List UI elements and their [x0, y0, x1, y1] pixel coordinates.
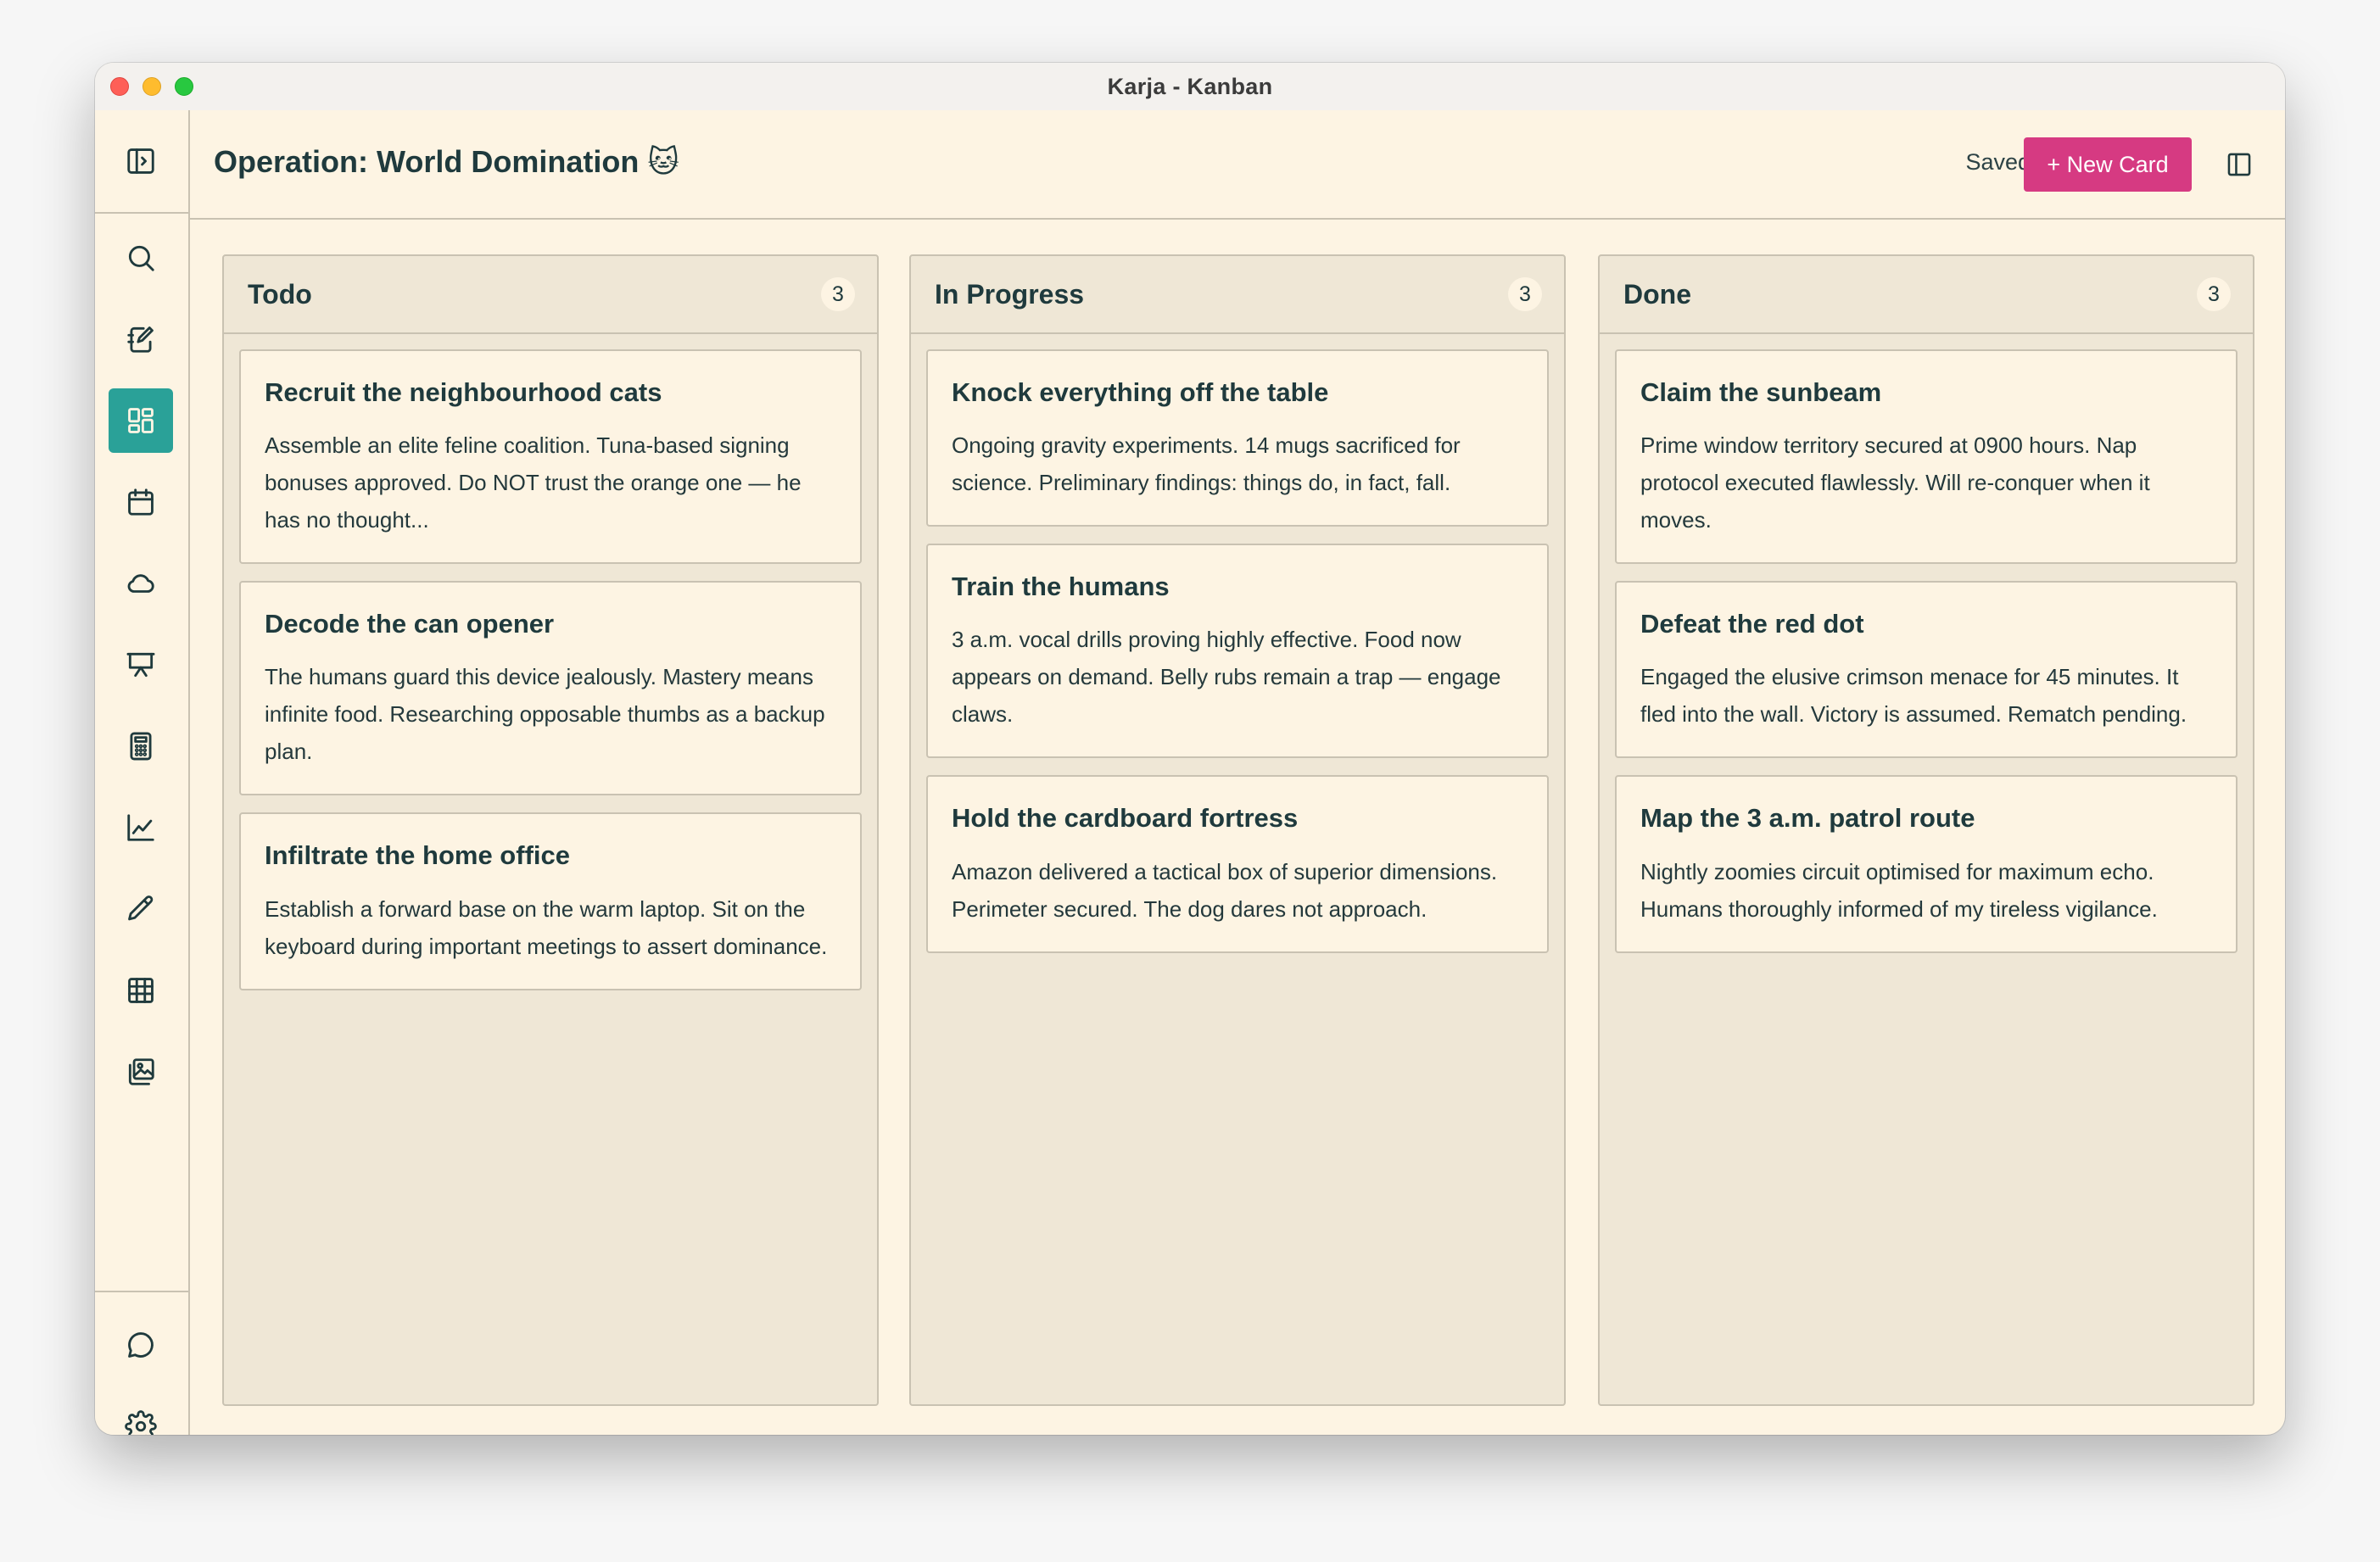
column-in-progress: In Progress 3 Knock everything off the t…: [909, 254, 1566, 1406]
save-status: Saved: [1965, 149, 2031, 175]
sidebar-item-settings[interactable]: [109, 1394, 173, 1435]
sidebar-item-notes[interactable]: [109, 307, 173, 371]
pencil-icon: [128, 895, 154, 921]
card-title: Knock everything off the table: [952, 377, 1329, 407]
sidebar-item-kanban[interactable]: [109, 388, 173, 453]
sidebar-item-cloud[interactable]: [109, 551, 173, 616]
column-title: Todo: [248, 278, 312, 310]
kanban-card[interactable]: Knock everything off the table Ongoing g…: [926, 349, 1549, 527]
new-card-button[interactable]: + New Card: [2024, 137, 2192, 192]
cloud-icon: [127, 574, 154, 593]
column-header[interactable]: Todo 3: [224, 256, 877, 334]
kanban-card[interactable]: Defeat the red dot Engaged the elusive c…: [1615, 581, 2238, 759]
kanban-card[interactable]: Hold the cardboard fortress Amazon deliv…: [926, 775, 1549, 953]
presentation-icon: [126, 652, 155, 678]
card-description: Prime window territory secured at 0900 h…: [1640, 432, 2150, 533]
column-done: Done 3 Claim the sunbeam Prime window te…: [1598, 254, 2254, 1406]
kanban-card[interactable]: Map the 3 a.m. patrol route Nightly zoom…: [1615, 775, 2238, 953]
chart-line-icon: [127, 814, 154, 841]
card-list: Knock everything off the table Ongoing g…: [911, 334, 1564, 968]
chat-icon: [128, 1332, 154, 1358]
card-description: Establish a forward base on the warm lap…: [265, 895, 828, 959]
card-description: Engaged the elusive crimson menace for 4…: [1640, 664, 2187, 728]
sidebar-toggle-button[interactable]: [109, 129, 173, 193]
sidebar-item-search[interactable]: [109, 226, 173, 290]
sidebar-item-table[interactable]: [109, 958, 173, 1023]
sidebar: [95, 110, 190, 1435]
kanban-grid-icon: [128, 408, 154, 433]
sidebar-item-chat[interactable]: [109, 1313, 173, 1377]
column-title: In Progress: [935, 278, 1085, 310]
minimize-window-button[interactable]: [142, 77, 161, 96]
card-list: Recruit the neighbourhood cats Assemble …: [224, 334, 877, 1006]
sidebar-item-charts[interactable]: [109, 795, 173, 860]
sidebar-divider: [95, 1291, 188, 1292]
toggle-panel-button[interactable]: [2222, 148, 2256, 181]
kanban-card[interactable]: Infiltrate the home office Establish a f…: [239, 812, 862, 990]
zoom-window-button[interactable]: [175, 77, 193, 96]
card-title: Recruit the neighbourhood cats: [265, 377, 662, 407]
close-window-button[interactable]: [110, 77, 129, 96]
title-bar: Karja - Kanban: [95, 63, 2285, 110]
calculator-icon: [130, 732, 152, 761]
side-panel-icon: [2227, 153, 2251, 176]
card-description: Ongoing gravity experiments. 14 mugs sac…: [952, 432, 1461, 496]
card-title: Claim the sunbeam: [1640, 377, 1882, 407]
kanban-card[interactable]: Recruit the neighbourhood cats Assemble …: [239, 349, 862, 565]
column-todo: Todo 3 Recruit the neighbourhood cats As…: [222, 254, 879, 1406]
kanban-card[interactable]: Decode the can opener The humans guard t…: [239, 581, 862, 796]
table-icon: [128, 978, 154, 1003]
sidebar-item-calculator[interactable]: [109, 714, 173, 778]
notebook-edit-icon: [127, 326, 154, 353]
card-title: Train the humans: [952, 572, 1170, 602]
sidebar-toggle-icon: [127, 148, 154, 174]
sidebar-divider: [95, 212, 188, 214]
board-header: Operation: World Domination 🐱 Saved + Ne…: [190, 110, 2285, 220]
sidebar-item-calendar[interactable]: [109, 470, 173, 534]
column-header[interactable]: In Progress 3: [911, 256, 1564, 334]
sidebar-item-draw[interactable]: [109, 877, 173, 941]
card-description: The humans guard this device jealously. …: [265, 664, 825, 765]
app-window: Karja - Kanban Operation: World Dominati…: [95, 63, 2285, 1435]
card-description: Assemble an elite feline coalition. Tuna…: [265, 432, 802, 533]
column-count-badge: 3: [2197, 277, 2231, 311]
column-title: Done: [1623, 278, 1691, 310]
column-count-badge: 3: [821, 277, 855, 311]
card-description: 3 a.m. vocal drills proving highly effec…: [952, 627, 1501, 728]
settings-gear-icon: [125, 1410, 157, 1435]
page-title: Operation: World Domination 🐱: [214, 144, 679, 179]
gallery-icon: [128, 1058, 154, 1085]
search-icon: [128, 245, 154, 271]
column-header[interactable]: Done 3: [1600, 256, 2253, 334]
calendar-icon: [128, 488, 154, 516]
kanban-card[interactable]: Train the humans 3 a.m. vocal drills pro…: [926, 544, 1549, 759]
window-title: Karja - Kanban: [1107, 73, 1273, 99]
card-description: Amazon delivered a tactical box of super…: [952, 858, 1498, 922]
window-controls: [110, 77, 193, 96]
sidebar-item-gallery[interactable]: [109, 1040, 173, 1104]
card-description: Nightly zoomies circuit optimised for ma…: [1640, 858, 2158, 922]
card-title: Defeat the red dot: [1640, 609, 1864, 639]
card-title: Map the 3 a.m. patrol route: [1640, 803, 1975, 834]
card-title: Decode the can opener: [265, 609, 555, 639]
card-list: Claim the sunbeam Prime window territory…: [1600, 334, 2253, 968]
column-count-badge: 3: [1508, 277, 1542, 311]
sidebar-item-presentation[interactable]: [109, 633, 173, 697]
card-title: Hold the cardboard fortress: [952, 803, 1299, 834]
card-title: Infiltrate the home office: [265, 840, 570, 871]
kanban-card[interactable]: Claim the sunbeam Prime window territory…: [1615, 349, 2238, 565]
